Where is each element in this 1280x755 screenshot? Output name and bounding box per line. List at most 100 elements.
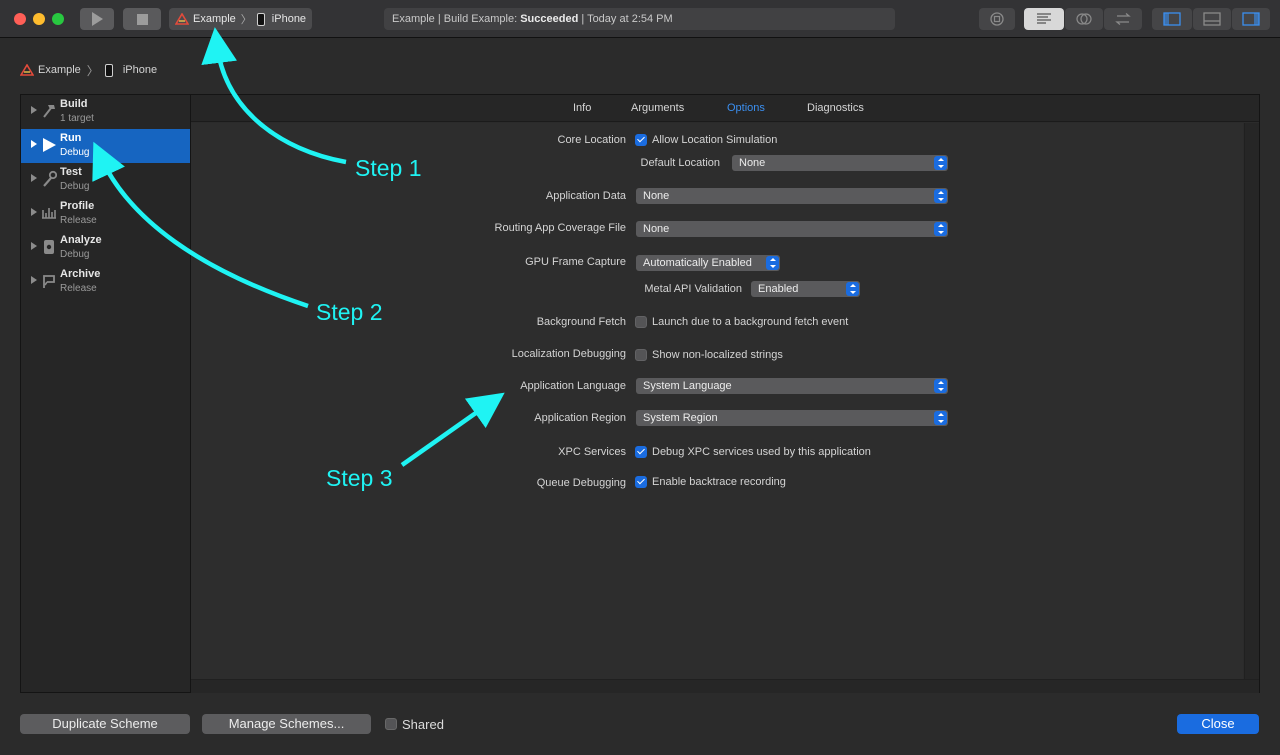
metal-api-validation-popup[interactable]: Enabled (751, 281, 860, 297)
scheme-selector[interactable]: Example 〉 iPhone (169, 8, 312, 30)
debug-xpc-services-label: Debug XPC services used by this applicat… (652, 446, 871, 458)
shared-checkbox[interactable] (385, 718, 397, 730)
disclosure-triangle-icon[interactable] (31, 174, 37, 182)
disclosure-triangle-icon[interactable] (31, 276, 37, 284)
library-button[interactable] (979, 8, 1015, 30)
application-data-popup[interactable]: None (636, 188, 948, 204)
gpu-frame-capture-value: Automatically Enabled (643, 257, 752, 269)
background-fetch-checkbox-label: Launch due to a background fetch event (652, 316, 849, 328)
sidebar-item-subtitle: Release (60, 283, 97, 294)
step3-annotation: Step 3 (326, 465, 393, 491)
application-language-popup[interactable]: System Language (636, 378, 948, 394)
application-data-label: Application Data (545, 190, 626, 202)
sidebar-item-run[interactable]: Run Debug (21, 129, 190, 163)
tab-arguments[interactable]: Arguments (631, 102, 684, 114)
status-time: | Today at 2:54 PM (578, 13, 673, 25)
sidebar-item-build[interactable]: Build 1 target (21, 95, 190, 129)
app-icon (20, 64, 34, 76)
destination-name: iPhone (271, 13, 307, 25)
background-fetch-label: Background Fetch (536, 316, 626, 328)
gpu-frame-capture-popup[interactable]: Automatically Enabled (636, 255, 780, 271)
breadcrumb-destination[interactable]: iPhone (123, 64, 157, 76)
tab-info[interactable]: Info (573, 102, 591, 114)
tab-diagnostics[interactable]: Diagnostics (807, 102, 864, 114)
scheme-name: Example (193, 13, 236, 25)
assistant-editor-button[interactable] (1065, 8, 1103, 30)
manage-schemes-button[interactable]: Manage Schemes... (202, 714, 371, 734)
popup-stepper-icon (934, 411, 947, 425)
allow-location-simulation-label: Allow Location Simulation (652, 134, 778, 146)
duplicate-scheme-button[interactable]: Duplicate Scheme (20, 714, 190, 734)
vertical-scrollbar[interactable] (1244, 123, 1259, 679)
disclosure-triangle-icon[interactable] (31, 208, 37, 216)
sidebar-item-archive[interactable]: Archive Release (21, 265, 190, 299)
sidebar-item-analyze[interactable]: Analyze Debug (21, 231, 190, 265)
application-language-value: System Language (643, 380, 732, 392)
application-data-value: None (643, 190, 670, 202)
tab-options[interactable]: Options (727, 102, 765, 114)
default-location-value: None (739, 157, 766, 169)
sidebar-item-title: Build (60, 98, 88, 110)
iphone-icon (104, 63, 113, 77)
popup-stepper-icon (846, 282, 859, 296)
core-location-label: Core Location (557, 134, 627, 146)
bottom-panel-icon (1203, 12, 1221, 26)
play-icon (43, 138, 56, 152)
popup-stepper-icon (934, 156, 947, 170)
status-project: Example | Build Example: (392, 13, 521, 25)
sidebar-item-subtitle: Release (60, 215, 97, 226)
breadcrumb: Example 〉 iPhone (20, 62, 157, 78)
sidebar-item-subtitle: Debug (60, 181, 90, 192)
version-editor-icon (1115, 13, 1131, 25)
horizontal-scrollbar[interactable] (191, 679, 1259, 693)
application-region-popup[interactable]: System Region (636, 410, 948, 426)
localization-debugging-label: Localization Debugging (511, 348, 626, 360)
debug-xpc-services-checkbox[interactable] (635, 446, 647, 458)
inspector-toggle-button[interactable] (1232, 8, 1270, 30)
wrench-icon (43, 170, 57, 187)
allow-location-simulation-checkbox[interactable] (635, 134, 647, 146)
status-result: Succeeded (520, 13, 579, 25)
enable-backtrace-recording-checkbox[interactable] (635, 476, 647, 488)
metal-api-validation-value: Enabled (758, 283, 799, 295)
popup-stepper-icon (766, 256, 779, 270)
step1-annotation: Step 1 (355, 155, 422, 181)
chevron-right-icon: 〉 (240, 14, 252, 26)
popup-stepper-icon (934, 222, 947, 236)
sidebar-item-profile[interactable]: Profile Release (21, 197, 190, 231)
zoom-window-button[interactable] (52, 13, 64, 25)
minimize-window-button[interactable] (33, 13, 45, 25)
disclosure-triangle-icon[interactable] (31, 106, 37, 114)
show-non-localized-strings-checkbox[interactable] (635, 349, 647, 361)
gpu-frame-capture-label: GPU Frame Capture (525, 256, 626, 268)
chevron-right-icon: 〉 (86, 63, 99, 78)
xpc-services-label: XPC Services (558, 446, 626, 458)
debug-area-toggle-button[interactable] (1193, 8, 1231, 30)
library-icon (990, 12, 1004, 26)
stop-button[interactable] (123, 8, 161, 30)
navigator-toggle-button[interactable] (1152, 8, 1192, 30)
tab-bar: Info Arguments Options Diagnostics (191, 95, 1259, 122)
close-window-button[interactable] (14, 13, 26, 25)
options-content (191, 123, 1243, 679)
step2-annotation: Step 2 (316, 299, 383, 325)
default-location-popup[interactable]: None (732, 155, 948, 171)
run-button[interactable] (80, 8, 114, 30)
left-panel-icon (1163, 12, 1181, 26)
hammer-icon (43, 105, 55, 118)
version-editor-button[interactable] (1104, 8, 1142, 30)
background-fetch-checkbox[interactable] (635, 316, 647, 328)
sidebar-item-test[interactable]: Test Debug (21, 163, 190, 197)
disclosure-triangle-icon[interactable] (31, 140, 37, 148)
sidebar-item-title: Profile (60, 200, 95, 212)
app-icon (175, 13, 189, 25)
right-panel-icon (1242, 12, 1260, 26)
routing-file-popup[interactable]: None (636, 221, 948, 237)
routing-file-value: None (643, 223, 670, 235)
close-button[interactable]: Close (1177, 714, 1259, 734)
application-region-value: System Region (643, 412, 718, 424)
standard-editor-button[interactable] (1024, 8, 1064, 30)
disclosure-triangle-icon[interactable] (31, 242, 37, 250)
queue-debugging-label: Queue Debugging (536, 477, 626, 489)
breadcrumb-scheme[interactable]: Example (38, 64, 81, 76)
